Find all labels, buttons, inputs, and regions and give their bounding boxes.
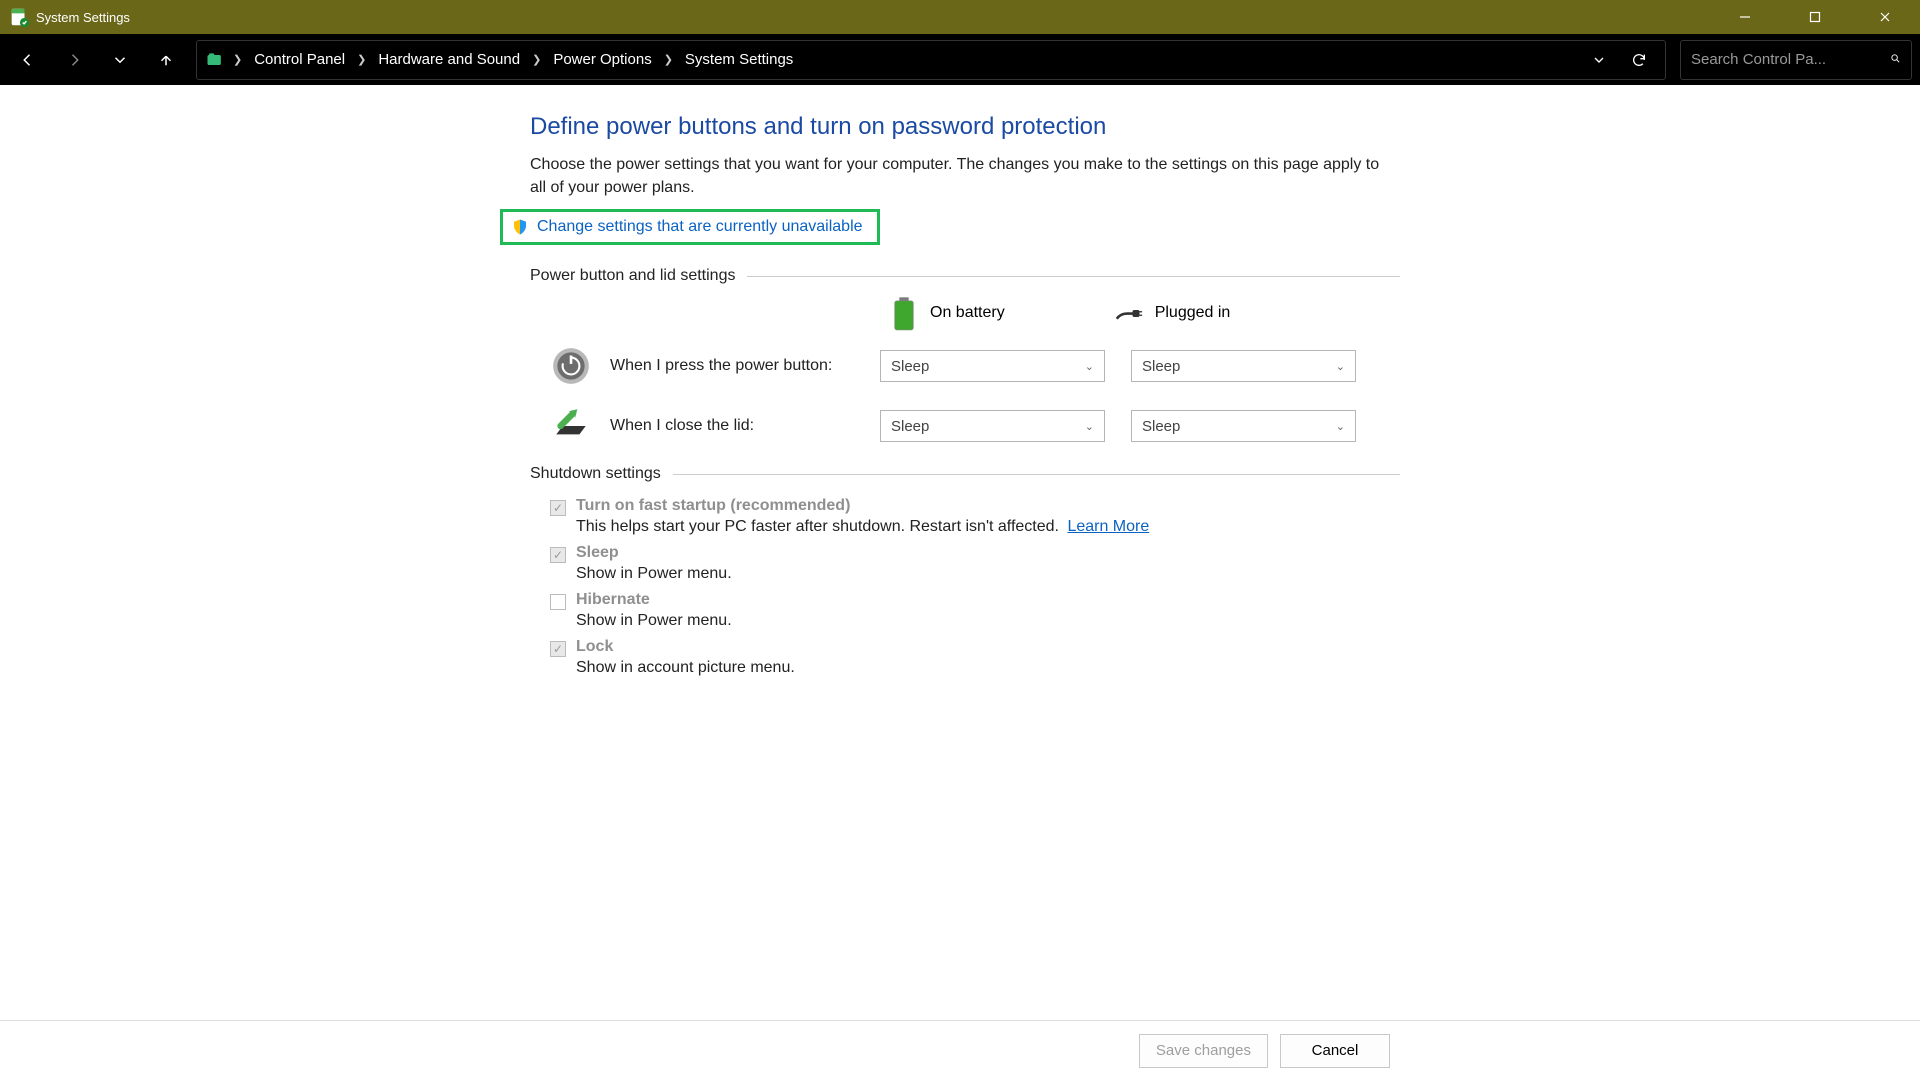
battery-icon bbox=[890, 299, 918, 327]
learn-more-link[interactable]: Learn More bbox=[1067, 518, 1149, 535]
change-settings-highlight: Change settings that are currently unava… bbox=[500, 209, 880, 245]
breadcrumb-item-control-panel[interactable]: Control Panel bbox=[248, 51, 351, 68]
search-input[interactable] bbox=[1691, 51, 1890, 68]
close-lid-battery-dropdown[interactable]: Sleep ⌄ bbox=[880, 410, 1105, 442]
plugged-column-header: Plugged in bbox=[1115, 299, 1231, 327]
save-button[interactable]: Save changes bbox=[1139, 1034, 1268, 1068]
close-button[interactable] bbox=[1850, 0, 1920, 34]
option-desc: Show in account picture menu. bbox=[576, 659, 795, 677]
recent-button[interactable] bbox=[100, 40, 140, 80]
section-divider bbox=[747, 276, 1400, 277]
dropdown-value: Sleep bbox=[1142, 418, 1180, 435]
forward-button[interactable] bbox=[54, 40, 94, 80]
navigation-bar: ❯ Control Panel ❯ Hardware and Sound ❯ P… bbox=[0, 34, 1920, 85]
footer-buttons: Save changes Cancel bbox=[0, 1020, 1920, 1080]
chevron-right-icon[interactable]: ❯ bbox=[530, 53, 543, 66]
setting-label: When I close the lid: bbox=[610, 417, 880, 435]
column-label: On battery bbox=[930, 304, 1005, 322]
section-label: Power button and lid settings bbox=[530, 267, 735, 285]
chevron-down-icon: ⌄ bbox=[1085, 420, 1094, 433]
cancel-button[interactable]: Cancel bbox=[1280, 1034, 1390, 1068]
page-heading: Define power buttons and turn on passwor… bbox=[530, 113, 1400, 141]
back-button[interactable] bbox=[8, 40, 48, 80]
fast-startup-checkbox[interactable] bbox=[550, 500, 566, 516]
chevron-right-icon[interactable]: ❯ bbox=[355, 53, 368, 66]
up-button[interactable] bbox=[146, 40, 186, 80]
breadcrumb-label: Control Panel bbox=[254, 51, 345, 68]
location-icon bbox=[205, 50, 225, 70]
chevron-right-icon[interactable]: ❯ bbox=[231, 53, 244, 66]
app-icon bbox=[8, 6, 30, 28]
option-desc: This helps start your PC faster after sh… bbox=[576, 518, 1149, 536]
content-area: Define power buttons and turn on passwor… bbox=[0, 85, 1920, 1020]
sleep-checkbox[interactable] bbox=[550, 547, 566, 563]
plug-icon bbox=[1115, 299, 1143, 327]
address-bar[interactable]: ❯ Control Panel ❯ Hardware and Sound ❯ P… bbox=[196, 40, 1666, 80]
chevron-down-icon: ⌄ bbox=[1336, 420, 1345, 433]
change-settings-link[interactable]: Change settings that are currently unava… bbox=[537, 218, 863, 236]
fast-startup-option: Turn on fast startup (recommended) This … bbox=[550, 497, 1400, 536]
section-label: Shutdown settings bbox=[530, 465, 661, 483]
chevron-down-icon: ⌄ bbox=[1085, 360, 1094, 373]
power-button-section: Power button and lid settings On battery… bbox=[530, 267, 1400, 447]
search-box[interactable] bbox=[1680, 40, 1912, 80]
dropdown-value: Sleep bbox=[891, 358, 929, 375]
power-button-battery-dropdown[interactable]: Sleep ⌄ bbox=[880, 350, 1105, 382]
window-title: System Settings bbox=[36, 10, 130, 25]
breadcrumb-item-hardware[interactable]: Hardware and Sound bbox=[372, 51, 526, 68]
lock-checkbox[interactable] bbox=[550, 641, 566, 657]
breadcrumb-item-power-options[interactable]: Power Options bbox=[547, 51, 657, 68]
option-title: Sleep bbox=[576, 544, 732, 562]
address-dropdown-button[interactable] bbox=[1581, 42, 1617, 78]
breadcrumb-item-system-settings[interactable]: System Settings bbox=[679, 51, 799, 68]
shield-icon bbox=[511, 218, 529, 236]
title-bar: System Settings bbox=[0, 0, 1920, 34]
option-title: Hibernate bbox=[576, 591, 732, 609]
minimize-button[interactable] bbox=[1710, 0, 1780, 34]
close-lid-plugged-dropdown[interactable]: Sleep ⌄ bbox=[1131, 410, 1356, 442]
refresh-button[interactable] bbox=[1621, 42, 1657, 78]
lock-option: Lock Show in account picture menu. bbox=[550, 638, 1400, 677]
power-button-row: When I press the power button: Sleep ⌄ S… bbox=[530, 345, 1400, 387]
option-title: Lock bbox=[576, 638, 795, 656]
hibernate-option: Hibernate Show in Power menu. bbox=[550, 591, 1400, 630]
hibernate-checkbox[interactable] bbox=[550, 594, 566, 610]
option-title: Turn on fast startup (recommended) bbox=[576, 497, 1149, 515]
maximize-button[interactable] bbox=[1780, 0, 1850, 34]
column-label: Plugged in bbox=[1155, 304, 1231, 322]
power-button-plugged-dropdown[interactable]: Sleep ⌄ bbox=[1131, 350, 1356, 382]
section-divider bbox=[673, 474, 1400, 475]
breadcrumb-label: System Settings bbox=[685, 51, 793, 68]
close-lid-row: When I close the lid: Sleep ⌄ Sleep ⌄ bbox=[530, 405, 1400, 447]
option-desc: Show in Power menu. bbox=[576, 565, 732, 583]
breadcrumb-label: Power Options bbox=[553, 51, 651, 68]
power-button-icon bbox=[550, 345, 592, 387]
search-icon[interactable] bbox=[1890, 51, 1901, 69]
chevron-down-icon: ⌄ bbox=[1336, 360, 1345, 373]
breadcrumb-label: Hardware and Sound bbox=[378, 51, 520, 68]
battery-column-header: On battery bbox=[890, 299, 1005, 327]
setting-label: When I press the power button: bbox=[610, 357, 880, 375]
option-desc: Show in Power menu. bbox=[576, 612, 732, 630]
column-headers: On battery Plugged in bbox=[530, 299, 1400, 327]
sleep-option: Sleep Show in Power menu. bbox=[550, 544, 1400, 583]
laptop-lid-icon bbox=[550, 405, 592, 447]
page-description: Choose the power settings that you want … bbox=[530, 153, 1380, 199]
shutdown-section: Shutdown settings Turn on fast startup (… bbox=[530, 465, 1400, 677]
dropdown-value: Sleep bbox=[891, 418, 929, 435]
dropdown-value: Sleep bbox=[1142, 358, 1180, 375]
chevron-right-icon[interactable]: ❯ bbox=[662, 53, 675, 66]
